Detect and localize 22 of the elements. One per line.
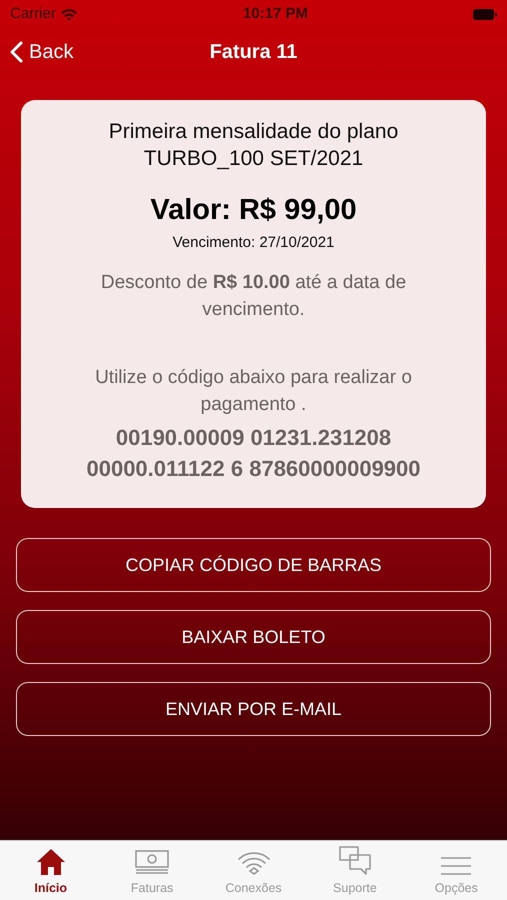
barcode-number: 00190.00009 01231.231208 00000.011122 6 87860000009900 xyxy=(85,424,422,483)
action-button[interactable]: BAIXAR BOLETO xyxy=(16,610,491,664)
tab-bar-item[interactable]: Início xyxy=(0,841,102,900)
chevron-left-icon xyxy=(10,41,23,63)
banknote-icon xyxy=(135,850,170,876)
action-button[interactable]: ENVIAR POR E-MAIL xyxy=(16,682,491,736)
invoice-amount: Valor: R$ 99,00 xyxy=(149,192,358,228)
back-button[interactable]: Back xyxy=(0,37,84,67)
battery-icon xyxy=(472,8,497,20)
chat-bubbles-icon xyxy=(338,846,371,876)
wifi-signal-icon xyxy=(60,8,78,20)
menu-icon xyxy=(441,856,472,876)
payment-instructions: Utilize o código abaixo para realizar o pagamento . xyxy=(94,366,413,418)
page-title: Fatura 11 xyxy=(210,40,298,65)
invoice-description: Primeira mensalidade do plano TURBO_100 SET/2021 xyxy=(108,119,400,172)
home-icon xyxy=(36,848,66,876)
due-date: Vencimento: 27/10/2021 xyxy=(172,233,336,254)
carrier-name: Carrier xyxy=(10,4,56,24)
wifi-icon xyxy=(236,850,271,876)
action-button[interactable]: COPIAR CÓDIGO DE BARRAS xyxy=(16,538,491,592)
status-time: 10:17 PM xyxy=(242,4,308,24)
discount-note: Desconto de R$ 10.00 até a data de vencimento. xyxy=(100,270,408,322)
